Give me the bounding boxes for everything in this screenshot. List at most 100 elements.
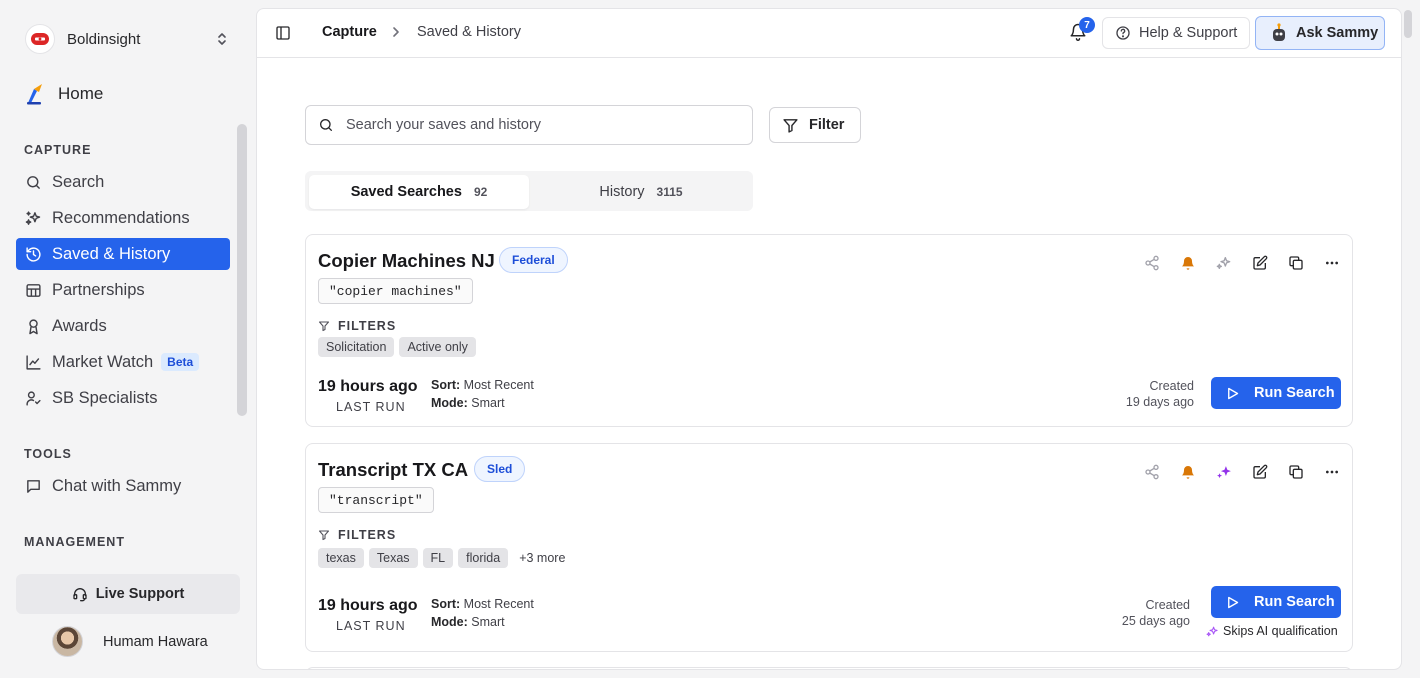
sidebar-item-label: SB Specialists bbox=[52, 388, 158, 407]
sort-key: Sort: bbox=[431, 597, 461, 611]
share-icon[interactable] bbox=[1134, 253, 1170, 273]
filter-chip: FL bbox=[422, 548, 454, 568]
play-icon bbox=[1225, 386, 1240, 401]
org-switcher[interactable]: Boldinsight bbox=[16, 18, 238, 60]
card-title[interactable]: Copier Machines NJ bbox=[318, 250, 495, 272]
help-support-button[interactable]: Help & Support bbox=[1102, 17, 1250, 49]
tab-count: 92 bbox=[473, 185, 488, 199]
card-actions bbox=[1134, 253, 1350, 273]
ask-sammy-label: Ask Sammy bbox=[1296, 25, 1379, 41]
section-title-capture: CAPTURE bbox=[24, 143, 92, 157]
skips-ai-label: Skips AI qualification bbox=[1223, 624, 1338, 638]
chat-icon bbox=[24, 477, 42, 495]
sidebar-item-home[interactable]: Home bbox=[16, 78, 230, 110]
filter-icon bbox=[318, 529, 330, 541]
search-input[interactable] bbox=[346, 117, 726, 133]
sort-value: Most Recent bbox=[463, 597, 534, 611]
headset-icon bbox=[72, 586, 88, 602]
sidebar-item-search[interactable]: Search bbox=[16, 166, 230, 198]
category-tag: Federal bbox=[499, 247, 568, 273]
search-box[interactable] bbox=[305, 105, 753, 145]
saved-search-card[interactable]: Copier Machines NJ Federal "copier machi… bbox=[305, 234, 1353, 427]
handshake-icon bbox=[24, 281, 42, 299]
tab-history[interactable]: History 3115 bbox=[533, 175, 749, 209]
sidebar-scrollbar[interactable] bbox=[237, 124, 247, 416]
filter-chips: texas Texas FL florida +3 more bbox=[318, 548, 576, 568]
sidebar-item-recommendations[interactable]: Recommendations bbox=[16, 202, 230, 234]
filter-label: Filter bbox=[809, 117, 845, 133]
saved-search-card[interactable]: Transcript TX CA Sled "transcript" FILTE… bbox=[305, 443, 1353, 652]
page-scrollbar[interactable] bbox=[1404, 10, 1412, 38]
last-run-time: 19 hours ago bbox=[318, 378, 418, 395]
sidebar-item-awards[interactable]: Awards bbox=[16, 310, 230, 342]
live-support-button[interactable]: Live Support bbox=[16, 574, 240, 614]
edit-icon[interactable] bbox=[1242, 253, 1278, 273]
saved-search-card[interactable] bbox=[305, 667, 1353, 669]
filters-label: FILTERS bbox=[338, 319, 397, 333]
ai-sparkles-icon[interactable] bbox=[1206, 253, 1242, 273]
sort-key: Sort: bbox=[431, 378, 461, 392]
created-label: Created bbox=[1145, 598, 1190, 612]
home-logo-icon bbox=[26, 83, 46, 105]
sammy-robot-icon bbox=[1270, 23, 1288, 43]
created-label: Created bbox=[1149, 379, 1194, 393]
award-icon bbox=[24, 317, 42, 335]
sidebar-item-label: Search bbox=[52, 172, 105, 191]
sidebar-item-sb-specialists[interactable]: SB Specialists bbox=[16, 382, 230, 414]
filter-chip: Active only bbox=[399, 337, 476, 357]
play-icon bbox=[1225, 595, 1240, 610]
sidebar-item-saved-history[interactable]: Saved & History bbox=[16, 238, 230, 270]
filter-chip: florida bbox=[458, 548, 509, 568]
sidebar-item-partnerships[interactable]: Partnerships bbox=[16, 274, 230, 306]
bell-icon[interactable] bbox=[1170, 253, 1206, 273]
org-logo bbox=[25, 24, 55, 54]
notification-badge: 7 bbox=[1079, 17, 1095, 33]
more-filters-link[interactable]: +3 more bbox=[513, 548, 571, 568]
copy-icon[interactable] bbox=[1278, 253, 1314, 273]
created-value: 25 days ago bbox=[1121, 614, 1190, 628]
tab-label: History bbox=[599, 184, 645, 200]
tab-saved-searches[interactable]: Saved Searches 92 bbox=[309, 175, 529, 209]
card-actions bbox=[1134, 462, 1350, 482]
run-search-button[interactable]: Run Search bbox=[1211, 377, 1341, 409]
query-chip: "transcript" bbox=[318, 487, 434, 513]
last-run-label: LAST RUN bbox=[336, 619, 406, 633]
sparkles-icon bbox=[24, 209, 42, 227]
run-search-button[interactable]: Run Search bbox=[1211, 586, 1341, 618]
sidebar-item-label: Market Watch bbox=[52, 352, 154, 371]
sidebar-toggle-icon[interactable] bbox=[275, 25, 291, 41]
more-icon[interactable] bbox=[1314, 462, 1350, 482]
filter-button[interactable]: Filter bbox=[769, 107, 861, 143]
help-support-label: Help & Support bbox=[1139, 25, 1238, 41]
tab-label: Saved Searches bbox=[350, 184, 462, 200]
more-icon[interactable] bbox=[1314, 253, 1350, 273]
sidebar-item-chat-with-sammy[interactable]: Chat with Sammy bbox=[16, 470, 230, 502]
sidebar-item-label: Chat with Sammy bbox=[52, 476, 182, 495]
bell-icon[interactable] bbox=[1170, 462, 1206, 482]
edit-icon[interactable] bbox=[1242, 462, 1278, 482]
card-title[interactable]: Transcript TX CA bbox=[318, 459, 468, 481]
line-chart-icon bbox=[24, 353, 42, 371]
search-icon bbox=[318, 117, 334, 133]
share-icon[interactable] bbox=[1134, 462, 1170, 482]
sidebar: Boldinsight Home CAPTURE Search Recommen… bbox=[0, 0, 256, 678]
sidebar-item-market-watch[interactable]: Market Watch Beta bbox=[16, 346, 230, 378]
mode-info: Mode: Smart bbox=[431, 396, 505, 410]
history-icon bbox=[24, 245, 42, 263]
topbar: Capture Saved & History 7 Help & Support… bbox=[257, 9, 1401, 58]
mode-info: Mode: Smart bbox=[431, 615, 505, 629]
sidebar-item-label: Awards bbox=[52, 316, 107, 335]
filter-icon bbox=[782, 117, 799, 134]
filter-chip: Solicitation bbox=[318, 337, 395, 357]
ai-sparkles-icon[interactable] bbox=[1206, 462, 1242, 482]
last-run-label: LAST RUN bbox=[336, 400, 406, 414]
section-title-tools: TOOLS bbox=[24, 447, 72, 461]
filter-chip: texas bbox=[318, 548, 364, 568]
ask-sammy-button[interactable]: Ask Sammy bbox=[1255, 16, 1385, 50]
user-profile[interactable]: Humam Hawara bbox=[52, 626, 208, 657]
filters-heading: FILTERS bbox=[318, 319, 396, 333]
org-name: Boldinsight bbox=[67, 30, 141, 48]
copy-icon[interactable] bbox=[1278, 462, 1314, 482]
mode-key: Mode: bbox=[431, 615, 468, 629]
breadcrumb-root[interactable]: Capture bbox=[322, 24, 377, 40]
